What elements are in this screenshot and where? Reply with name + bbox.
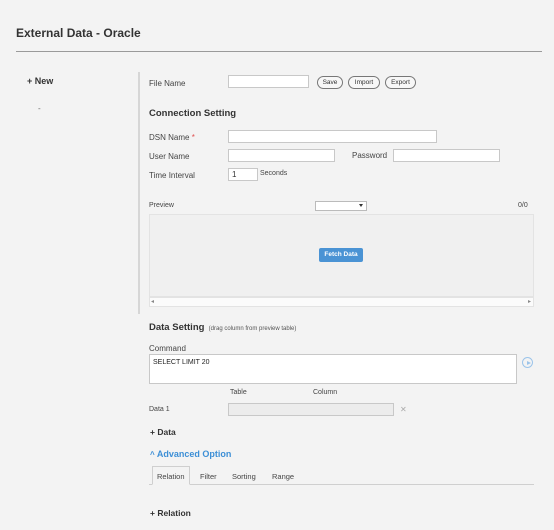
close-icon[interactable]: ✕ [400, 405, 407, 414]
preview-label: Preview [149, 202, 174, 209]
scroll-right-icon[interactable]: ▸ [528, 298, 531, 305]
dsn-name-text: DSN Name [149, 133, 190, 142]
user-name-label: User Name [149, 152, 190, 161]
user-name-input[interactable] [228, 149, 335, 162]
save-button[interactable]: Save [317, 76, 343, 89]
dsn-name-label: DSN Name * [149, 133, 195, 142]
data-setting-hint: (drag column from preview table) [208, 326, 297, 332]
new-button[interactable]: + New [27, 76, 53, 86]
data-1-dropzone[interactable] [228, 403, 394, 416]
scroll-left-icon[interactable]: ◂ [151, 298, 154, 305]
title-divider [16, 51, 542, 52]
chevron-down-icon [359, 204, 363, 207]
preview-count: 0/0 [518, 202, 528, 209]
password-label: Password [352, 151, 388, 160]
table-column-header: Table [230, 389, 247, 396]
fetch-data-button[interactable]: Fetch Data [319, 248, 363, 262]
preview-table-select[interactable] [315, 201, 367, 211]
add-relation-button[interactable]: + Relation [150, 508, 191, 518]
import-button[interactable]: Import [348, 76, 380, 89]
export-button[interactable]: Export [385, 76, 416, 89]
tab-sorting[interactable]: Sorting [232, 472, 256, 481]
file-name-label: File Name [149, 79, 186, 88]
column-column-header: Column [313, 389, 338, 396]
sidebar-placeholder: - [38, 104, 41, 113]
data-setting-header: Data Setting (drag column from preview t… [149, 322, 296, 333]
file-name-input[interactable] [228, 75, 309, 88]
run-command-icon[interactable] [522, 357, 533, 368]
add-data-button[interactable]: + Data [150, 427, 176, 437]
password-input[interactable] [393, 149, 500, 162]
tabs-divider [149, 484, 534, 485]
connection-setting-heading: Connection Setting [149, 108, 237, 119]
data-setting-heading: Data Setting [149, 322, 205, 333]
advanced-option-toggle[interactable]: ^ Advanced Option [150, 449, 231, 459]
tab-range[interactable]: Range [272, 472, 294, 481]
tab-relation[interactable]: Relation [152, 466, 190, 485]
time-interval-label: Time Interval [149, 171, 195, 180]
time-interval-unit: Seconds [260, 170, 288, 177]
time-interval-input[interactable]: 1 [228, 168, 258, 181]
dsn-name-input[interactable] [228, 130, 437, 143]
required-marker: * [191, 133, 195, 142]
page-title: External Data - Oracle [16, 26, 141, 40]
chevron-up-icon: ^ [150, 450, 155, 459]
advanced-option-label: Advanced Option [156, 449, 232, 459]
tab-filter[interactable]: Filter [200, 472, 217, 481]
preview-horizontal-scrollbar[interactable]: ◂ ▸ [149, 297, 534, 307]
data-row-label: Data 1 [149, 406, 170, 413]
command-textarea[interactable]: SELECT LIMIT 20 [149, 354, 517, 384]
command-label: Command [149, 344, 186, 353]
sidebar-divider [138, 72, 140, 314]
